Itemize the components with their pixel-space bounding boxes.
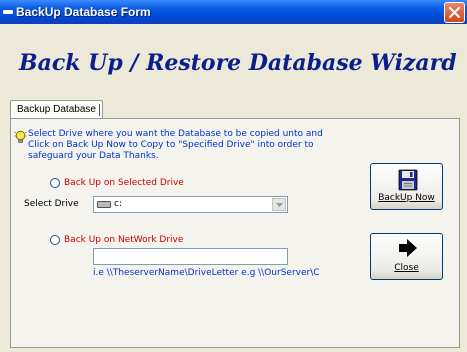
chevron-down-icon [276,203,283,207]
window-title: BackUp Database Form [16,5,151,19]
wizard-heading: Back Up / Restore Database Wizard [19,50,457,76]
tab-backup-database[interactable]: Backup Database [10,100,103,119]
drive-select-dropdown-button[interactable] [272,198,286,211]
app-icon [3,10,13,14]
close-button[interactable]: Close [370,233,443,280]
lightbulb-icon [14,130,27,143]
select-drive-label: Select Drive [24,199,79,209]
drive-select-value: c: [114,199,122,209]
radio-button[interactable] [50,178,60,188]
close-button-label: Close [394,263,419,273]
info-text: Select Drive where you want the Database… [28,129,323,161]
radio-button[interactable] [50,235,60,245]
backup-now-button[interactable]: BackUp Now [370,163,443,210]
radio-network-drive-label: Back Up on NetWork Drive [64,235,184,245]
hard-drive-icon [97,201,111,208]
backup-now-label: BackUp Now [378,193,435,203]
network-path-input[interactable] [93,248,288,265]
radio-selected-drive[interactable]: Back Up on Selected Drive [50,178,184,190]
arrow-right-icon [399,239,417,257]
radio-selected-drive-label: Back Up on Selected Drive [64,178,184,188]
title-bar[interactable]: BackUp Database Form [0,0,467,24]
close-icon [449,7,460,18]
drive-select[interactable]: c: [93,196,288,213]
radio-network-drive[interactable]: Back Up on NetWork Drive [50,235,183,247]
floppy-disk-icon [398,169,418,191]
window-close-button[interactable] [444,2,465,23]
network-path-hint: i.e \\TheserverName\DriveLetter e.g \\Ou… [93,268,320,278]
